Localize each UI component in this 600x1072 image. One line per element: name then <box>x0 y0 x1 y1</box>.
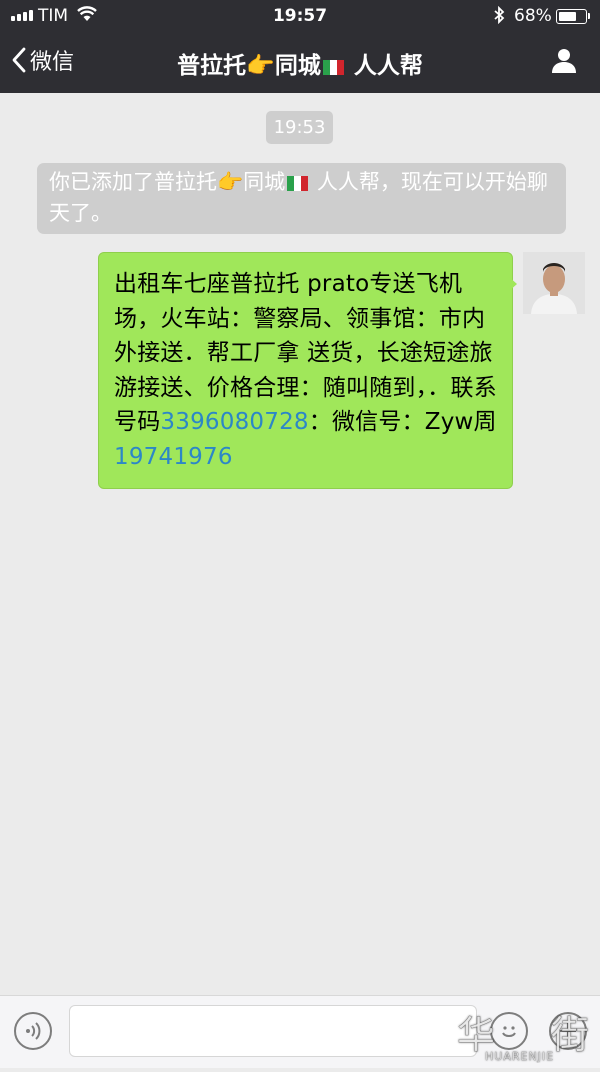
chat-nav-bar: 微信 普拉托👉同城 人人帮 <box>0 32 600 93</box>
chat-info-button[interactable] <box>550 46 578 78</box>
pointing-hand-emoji: 👉 <box>217 170 244 194</box>
phone-number-link[interactable]: 19741976 <box>114 444 233 470</box>
system-message-part1: 你已添加了普拉托 <box>49 170 217 194</box>
battery-fill <box>559 12 576 21</box>
watermark-logo: 华 街 HUARENJIE <box>455 1008 595 1064</box>
status-time: 19:57 <box>272 6 328 26</box>
sent-message-bubble[interactable]: 出租车七座普拉托 prato专送飞机场，火车站：警察局、领事馆：市内外接送．帮工… <box>98 252 513 489</box>
title-part2: 同城 <box>274 53 321 79</box>
status-bar: TIM 19:57 68% <box>0 0 600 32</box>
italy-flag-icon <box>287 170 309 199</box>
voice-icon <box>26 1022 41 1040</box>
message-text: ：微信号：Zyw周 <box>308 409 497 435</box>
bluetooth-icon <box>493 5 505 29</box>
italy-flag-icon <box>322 55 344 81</box>
chat-timestamp: 19:53 <box>266 111 333 144</box>
chat-title: 普拉托👉同城 人人帮 <box>0 46 600 81</box>
pointing-hand-emoji: 👉 <box>246 53 275 79</box>
voice-button[interactable] <box>14 1012 52 1050</box>
svg-text:街: 街 <box>551 1013 589 1057</box>
phone-number-link[interactable]: 3396080728 <box>160 409 308 435</box>
title-part1: 普拉托 <box>177 53 247 79</box>
battery-tip <box>588 13 590 19</box>
bubble-tail <box>508 276 517 292</box>
battery-percent: 68% <box>514 6 552 26</box>
svg-text:HUARENJIE: HUARENJIE <box>485 1050 554 1063</box>
avatar[interactable] <box>523 252 585 314</box>
user-icon <box>552 49 576 73</box>
top-bar: TIM 19:57 68% 微信 普拉托👉同城 人人帮 <box>0 0 600 93</box>
message-input[interactable] <box>69 1005 477 1057</box>
battery-icon <box>556 9 587 24</box>
system-message-part2: 同城 <box>243 170 286 194</box>
system-message: 你已添加了普拉托👉同城 人人帮，现在可以开始聊天了。 <box>37 163 566 234</box>
title-part3: 人人帮 <box>345 53 423 79</box>
